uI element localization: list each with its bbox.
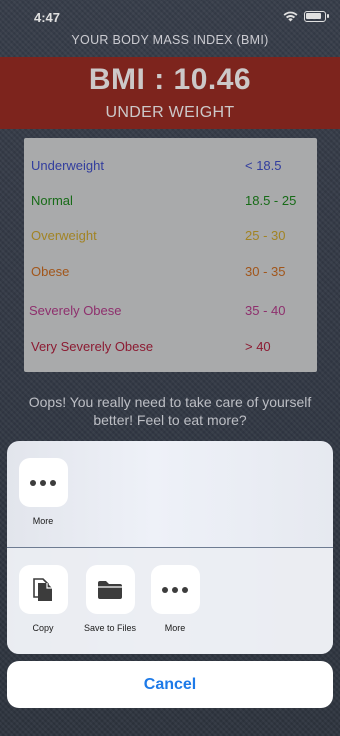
table-row: Obese 30 - 35 (24, 260, 317, 284)
status-time: 4:47 (34, 10, 61, 25)
bmi-value: BMI : 10.46 (88, 63, 252, 96)
action-label: More (32, 516, 54, 526)
status-icons (283, 11, 329, 22)
row-category: Overweight (31, 228, 97, 243)
row-category: Severely Obese (29, 303, 122, 318)
action-tile[interactable] (150, 565, 200, 614)
action-label: Save to Files (83, 623, 137, 633)
table-row: Underweight < 18.5 (24, 154, 317, 178)
action-tile[interactable] (18, 458, 68, 507)
advice-message: Oops! You really need to take care of yo… (28, 394, 312, 428)
row-range: 30 - 35 (245, 264, 286, 279)
share-action-more[interactable]: More (15, 458, 71, 526)
row-range: < 18.5 (245, 158, 282, 173)
row-range: 18.5 - 25 (245, 193, 297, 208)
share-action-save-to-files[interactable]: Save to Files (81, 565, 139, 633)
table-row: Severely Obese 35 - 40 (24, 299, 317, 323)
row-range: 35 - 40 (245, 303, 286, 318)
bmi-category-table: Underweight < 18.5 Normal 18.5 - 25 Over… (24, 138, 317, 372)
row-category: Obese (31, 264, 70, 279)
row-range: 25 - 30 (245, 228, 286, 243)
bmi-category-label: UNDER WEIGHT (105, 104, 235, 121)
action-tile[interactable] (85, 565, 135, 614)
action-label: More (164, 623, 186, 633)
folder-icon (98, 580, 122, 599)
table-row: Overweight 25 - 30 (24, 224, 317, 248)
row-range: > 40 (245, 339, 271, 354)
page-title: YOUR BODY MASS INDEX (BMI) (71, 33, 269, 47)
row-category: Underweight (31, 158, 104, 173)
status-bar: 4:47 (0, 0, 340, 28)
action-tile[interactable] (18, 565, 68, 614)
table-row: Normal 18.5 - 25 (24, 189, 317, 213)
action-label: Copy (32, 623, 54, 633)
table-row: Very Severely Obese > 40 (24, 335, 317, 359)
more-icon (162, 586, 188, 593)
wifi-icon (283, 11, 298, 22)
copy-icon (33, 577, 52, 601)
share-sheet: More Copy Save to Files More (7, 441, 333, 654)
share-action-more[interactable]: More (147, 565, 203, 633)
cancel-button[interactable]: Cancel (7, 661, 333, 708)
share-action-copy[interactable]: Copy (15, 565, 71, 633)
battery-icon (304, 11, 329, 22)
row-category: Very Severely Obese (31, 339, 154, 354)
bmi-result-banner: BMI : 10.46 UNDER WEIGHT (0, 57, 340, 129)
cancel-label: Cancel (143, 675, 197, 693)
row-category: Normal (31, 193, 73, 208)
more-icon (30, 479, 56, 486)
